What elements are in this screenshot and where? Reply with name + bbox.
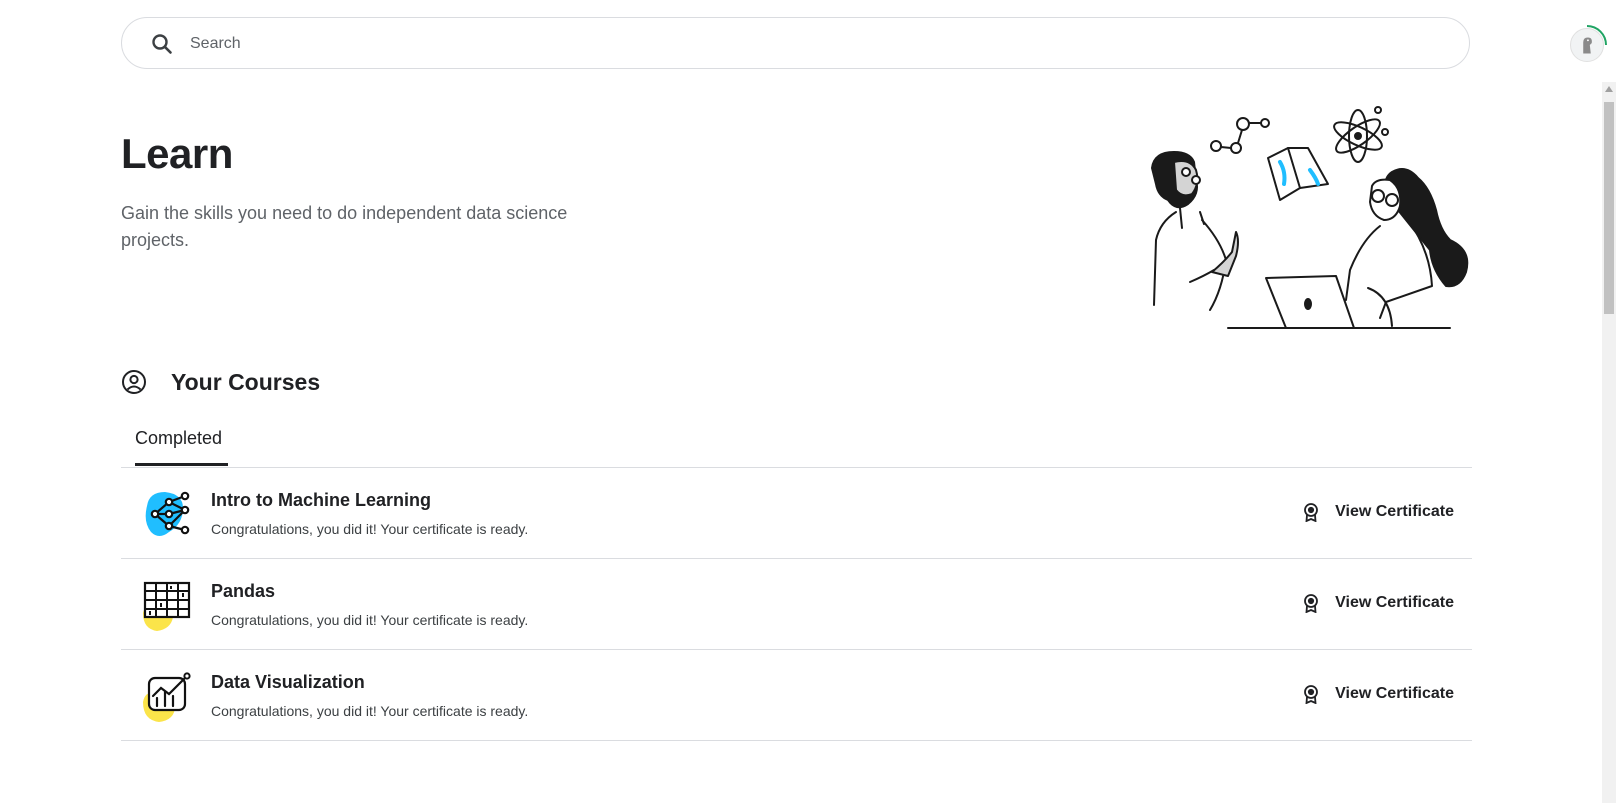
certificate-badge-icon [1304, 594, 1319, 613]
certificate-badge-icon [1304, 503, 1319, 522]
chart-icon [143, 672, 191, 722]
avatar[interactable] [1570, 28, 1604, 62]
course-status: Congratulations, you did it! Your certif… [211, 521, 529, 537]
course-list: Intro to Machine Learning Congratulation… [121, 468, 1472, 741]
course-row[interactable]: Pandas Congratulations, you did it! Your… [121, 559, 1472, 650]
view-certificate-label: View Certificate [1335, 594, 1454, 611]
course-title[interactable]: Intro to Machine Learning [211, 490, 431, 511]
ml-network-icon [145, 491, 190, 536]
view-certificate-button[interactable]: View Certificate [1301, 500, 1454, 524]
scroll-thumb[interactable] [1604, 102, 1614, 314]
course-row[interactable]: Intro to Machine Learning Congratulation… [121, 468, 1472, 559]
course-title[interactable]: Data Visualization [211, 672, 365, 693]
page-subtitle: Gain the skills you need to do independe… [121, 203, 568, 250]
view-certificate-button[interactable]: View Certificate [1301, 682, 1454, 706]
search-input[interactable] [188, 18, 1452, 70]
view-certificate-label: View Certificate [1335, 503, 1454, 520]
search-bar[interactable] [121, 17, 1470, 70]
user-avatar-icon [1583, 37, 1592, 54]
courses-heading: Your Courses [171, 368, 321, 395]
course-row[interactable]: Data Visualization Congratulations, you … [121, 650, 1472, 741]
page-title: Learn [121, 130, 233, 177]
user-circle-icon [122, 370, 146, 394]
view-certificate-button[interactable]: View Certificate [1301, 591, 1454, 615]
course-status: Congratulations, you did it! Your certif… [211, 703, 529, 719]
tab-completed[interactable]: Completed [135, 428, 222, 449]
active-tab-indicator [135, 463, 228, 466]
course-status: Congratulations, you did it! Your certif… [211, 612, 529, 628]
courses-section-header: Your Courses [121, 366, 320, 398]
course-title[interactable]: Pandas [211, 581, 275, 602]
search-icon [152, 34, 172, 54]
table-grid-icon [143, 581, 191, 631]
hero-illustration [1151, 106, 1469, 329]
certificate-badge-icon [1304, 685, 1319, 704]
page-scrollbar[interactable] [1602, 82, 1616, 803]
scroll-up-arrow-icon[interactable] [1605, 86, 1613, 92]
view-certificate-label: View Certificate [1335, 685, 1454, 702]
